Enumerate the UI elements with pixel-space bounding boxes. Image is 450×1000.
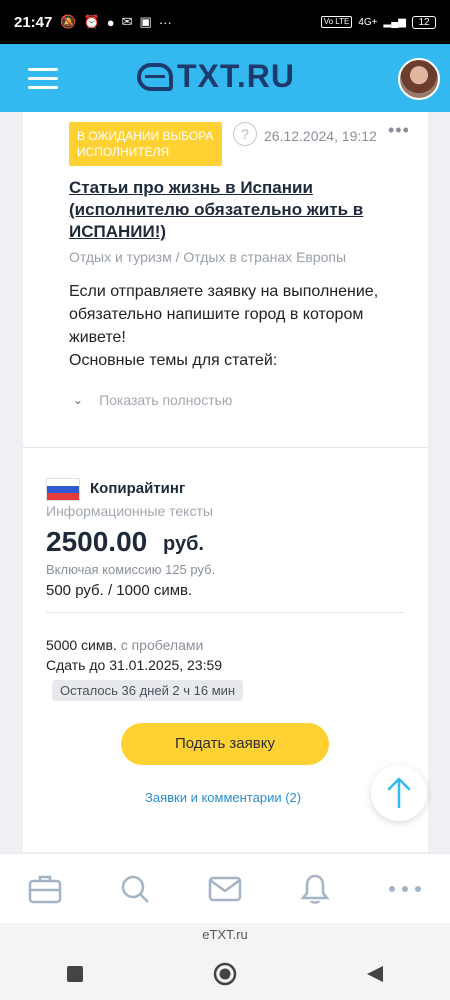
order-description: Если отправляете заявку на выполнение, о… bbox=[69, 280, 399, 372]
briefcase-icon bbox=[28, 875, 62, 903]
time-remaining-badge: Осталось 36 дней 2 ч 16 мин bbox=[52, 680, 244, 701]
commission-note: Включая комиссию 125 руб. bbox=[46, 562, 216, 577]
price-value: 2500.00 bbox=[46, 526, 148, 557]
russia-flag-icon bbox=[46, 478, 80, 501]
home-button[interactable] bbox=[212, 961, 238, 987]
divider bbox=[23, 447, 428, 448]
nav-orders[interactable] bbox=[27, 871, 63, 907]
search-icon bbox=[121, 875, 149, 903]
nav-messages[interactable] bbox=[207, 871, 243, 907]
back-triangle-icon bbox=[367, 965, 383, 982]
status-badge: В ОЖИДАНИИ ВЫБОРА ИСПОЛНИТЕЛЯ bbox=[69, 122, 222, 166]
char-count: 5000 симв. с пробелами bbox=[46, 637, 203, 653]
order-card: В ОЖИДАНИИ ВЫБОРА ИСПОЛНИТЕЛЯ ? 26.12.20… bbox=[23, 112, 428, 852]
back-button[interactable] bbox=[362, 961, 388, 987]
more-icon bbox=[389, 885, 421, 892]
order-category-path: Отдых и туризм / Отдых в странах Европы bbox=[69, 249, 347, 265]
network-type: 4G+ bbox=[358, 16, 378, 28]
menu-icon[interactable] bbox=[28, 68, 58, 90]
description-line: Основные темы для статей: bbox=[69, 352, 278, 369]
help-icon[interactable]: ? bbox=[233, 122, 257, 146]
status-bar: 21:47 🔕 ⏰ ● ✉ ▣ ··· Vo LTE 4G+ ▂▄▆ 12 bbox=[0, 0, 450, 44]
status-time: 21:47 bbox=[14, 13, 53, 31]
apply-button[interactable]: Подать заявку bbox=[121, 723, 329, 765]
more-options-icon[interactable]: ••• bbox=[388, 120, 412, 150]
logo-e-mark bbox=[137, 62, 173, 91]
work-category: Копирайтинг bbox=[90, 480, 186, 497]
system-navigation bbox=[0, 947, 450, 1000]
muted-bell-icon: 🔕 bbox=[60, 14, 77, 29]
show-full-button[interactable]: ⌄ Показать полностью bbox=[73, 392, 232, 408]
app-header: TXT.RU bbox=[0, 44, 450, 112]
nav-search[interactable] bbox=[117, 871, 153, 907]
image-notification-icon: ▣ bbox=[139, 14, 152, 29]
arrow-up-icon bbox=[387, 777, 411, 809]
description-line: живете! bbox=[69, 329, 126, 346]
deadline: Сдать до 31.01.2025, 23:59 bbox=[46, 657, 223, 673]
site-url-caption: eTXT.ru bbox=[0, 923, 450, 947]
order-title[interactable]: Статьи про жизнь в Испании (исполнителю … bbox=[69, 177, 399, 243]
description-line: обязательно напишите город в котором bbox=[69, 306, 364, 323]
logo-text: TXT.RU bbox=[177, 58, 295, 94]
volte-badge: Vo LTE bbox=[320, 16, 353, 28]
work-subcategory: Информационные тексты bbox=[46, 503, 213, 519]
comments-link[interactable]: Заявки и комментарии (2) bbox=[145, 790, 301, 805]
battery-level: 12 bbox=[412, 15, 436, 29]
recents-button[interactable] bbox=[62, 961, 88, 987]
bottom-nav bbox=[0, 853, 450, 923]
app-notification-icon: ● bbox=[106, 14, 115, 30]
square-icon bbox=[67, 965, 83, 982]
nav-more[interactable] bbox=[387, 871, 423, 907]
chevron-down-icon: ⌄ bbox=[73, 393, 84, 407]
avatar[interactable] bbox=[398, 58, 440, 100]
nav-notifications[interactable] bbox=[297, 871, 333, 907]
mail-icon bbox=[208, 876, 242, 901]
price-rate: 500 руб. / 1000 симв. bbox=[46, 582, 193, 599]
description-line: Если отправляете заявку на выполнение, bbox=[69, 283, 379, 300]
alarm-icon: ⏰ bbox=[83, 14, 100, 29]
signal-icon: ▂▄▆ bbox=[383, 16, 406, 28]
notification-icons: 🔕 ⏰ ● ✉ ▣ ··· bbox=[60, 14, 171, 30]
system-indicators: Vo LTE 4G+ ▂▄▆ 12 bbox=[320, 15, 436, 29]
scroll-to-top-button[interactable] bbox=[371, 765, 427, 821]
divider bbox=[46, 612, 404, 613]
bell-icon bbox=[300, 874, 330, 904]
char-count-note: с пробелами bbox=[120, 637, 204, 653]
order-date: 26.12.2024, 19:12 bbox=[264, 128, 377, 144]
mail-notification-icon: ✉ bbox=[121, 14, 133, 29]
char-count-value: 5000 симв. bbox=[46, 637, 117, 653]
price-currency: руб. bbox=[163, 533, 204, 555]
etxt-logo[interactable]: TXT.RU bbox=[137, 58, 295, 95]
show-full-label: Показать полностью bbox=[99, 392, 233, 408]
overflow-dots-icon: ··· bbox=[158, 14, 172, 30]
circle-icon bbox=[213, 962, 237, 985]
